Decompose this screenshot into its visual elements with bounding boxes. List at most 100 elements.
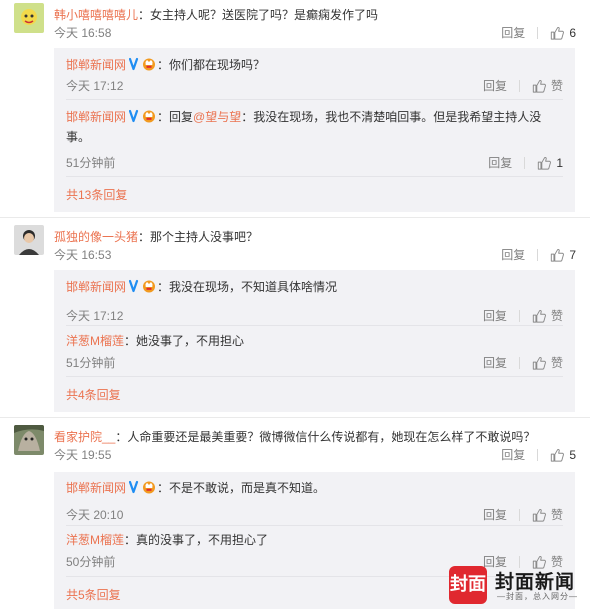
reply-button[interactable]: 回复 xyxy=(483,354,507,372)
divider xyxy=(537,249,539,261)
timestamp: 51分钟前 xyxy=(66,356,116,370)
username-link[interactable]: 韩小嘻嘻嘻嘻儿 xyxy=(54,8,138,22)
reply-item: 邯郸新闻网 ：我没在现场，不知道具体啥情况 今天 17:12 回复 赞 xyxy=(66,277,563,323)
reply-box: 邯郸新闻网 ：我没在现场，不知道具体啥情况 今天 17:12 回复 赞 洋葱M榴莲… xyxy=(54,270,575,412)
comment-text: 孤独的像一头猪：那个主持人没事吧？ xyxy=(54,228,574,246)
username-link[interactable]: 邯郸新闻网 xyxy=(66,481,126,495)
reply-item: 洋葱M榴莲：真的没事了，不用担心了 50分钟前 回复 赞 xyxy=(66,530,563,569)
reply-item: 邯郸新闻网 ：回复@望与望：我没在现场，我也不清楚咱回事。但是我希望主持人没事。 … xyxy=(66,107,563,170)
reply-box: 邯郸新闻网 ：你们都在现场吗？ 今天 17:12 回复 赞 邯郸新闻网 ：回复@望与… xyxy=(54,48,575,212)
like-button[interactable]: 1 xyxy=(537,154,563,172)
avatar[interactable] xyxy=(14,425,44,455)
view-more-replies-link[interactable]: 共5条回复 xyxy=(66,586,121,604)
reply-divider xyxy=(66,325,563,326)
mention-link[interactable]: @望与望 xyxy=(193,110,241,124)
comment-meta: 今天 16:58 回复 6 xyxy=(54,24,576,42)
avatar[interactable] xyxy=(14,3,44,33)
reply-body: ：我没在现场，不知道具体啥情况 xyxy=(157,280,338,294)
comment-meta: 今天 19:55 回复 5 xyxy=(54,446,576,464)
thumbs-up-icon xyxy=(532,79,546,93)
username-link[interactable]: 邯郸新闻网 xyxy=(66,110,126,124)
reply-body: ：她没事了，不用担心 xyxy=(124,334,245,348)
comment-text: 韩小嘻嘻嘻嘻儿：女主持人呢？送医院了吗？是癫痫发作了吗 xyxy=(54,6,574,24)
reply-meta: 今天 17:12 回复 赞 xyxy=(66,77,563,95)
thumbs-up-icon xyxy=(550,448,564,462)
verified-badge-icon xyxy=(129,109,157,123)
view-more-replies-link[interactable]: 共4条回复 xyxy=(66,386,121,404)
like-label: 赞 xyxy=(550,79,563,93)
timestamp: 50分钟前 xyxy=(66,555,116,569)
reply-item: 邯郸新闻网 ：你们都在现场吗？ 今天 17:12 回复 赞 xyxy=(66,55,563,93)
username-link[interactable]: 洋葱M榴莲 xyxy=(66,533,124,547)
verified-badge-icon xyxy=(129,480,157,494)
reply-button[interactable]: 回复 xyxy=(501,246,525,264)
like-label: 赞 xyxy=(550,309,563,323)
timestamp: 今天 20:10 xyxy=(66,508,124,522)
view-more-replies-link[interactable]: 共13条回复 xyxy=(66,186,127,204)
like-count: 7 xyxy=(569,248,576,262)
reply-button[interactable]: 回复 xyxy=(501,24,525,42)
like-count: 5 xyxy=(569,448,576,462)
thumbs-up-icon xyxy=(550,26,564,40)
logo-name: 封面新闻 xyxy=(495,572,576,593)
reply-button[interactable]: 回复 xyxy=(483,307,507,325)
comment-text: 看家护院__：人命重要还是最美重要？微博微信什么传说都有，她现在怎么样了不敢说吗… xyxy=(54,428,574,446)
like-button[interactable]: 5 xyxy=(550,446,576,464)
comment-body: ：人命重要还是最美重要？微博微信什么传说都有，她现在怎么样了不敢说吗？ xyxy=(115,430,536,444)
divider xyxy=(518,509,520,521)
divider xyxy=(537,449,539,461)
like-button[interactable]: 7 xyxy=(550,246,576,264)
watermark-logo: 封面 封面新闻 —封面，总入网分— xyxy=(449,558,590,609)
reply-divider xyxy=(66,376,563,377)
reply-meta: 今天 20:10 回复 赞 xyxy=(66,506,563,524)
comment-divider xyxy=(0,417,590,418)
reply-prefix: ：回复 xyxy=(157,110,194,124)
timestamp: 今天 17:12 xyxy=(66,309,124,323)
thumbs-up-icon xyxy=(532,309,546,323)
timestamp: 今天 19:55 xyxy=(54,448,112,462)
reply-item: 洋葱M榴莲：她没事了，不用担心 51分钟前 回复 赞 xyxy=(66,331,563,370)
username-link[interactable]: 洋葱M榴莲 xyxy=(66,334,124,348)
like-label: 赞 xyxy=(550,508,563,522)
logo-mark: 封面 xyxy=(449,566,487,604)
reply-body: ：真的没事了，不用担心了 xyxy=(124,533,269,547)
reply-meta: 51分钟前 回复 1 xyxy=(66,154,563,172)
like-count: 1 xyxy=(556,156,563,170)
username-link[interactable]: 邯郸新闻网 xyxy=(66,58,126,72)
timestamp: 今天 16:53 xyxy=(54,248,112,262)
username-link[interactable]: 孤独的像一头猪 xyxy=(54,230,138,244)
verified-badge-icon xyxy=(129,279,157,293)
reply-meta: 今天 17:12 回复 赞 xyxy=(66,307,563,325)
reply-button[interactable]: 回复 xyxy=(488,154,512,172)
thumbs-up-icon xyxy=(532,508,546,522)
like-button[interactable]: 赞 xyxy=(532,354,563,372)
like-button[interactable]: 赞 xyxy=(532,307,563,325)
reply-divider xyxy=(66,525,563,526)
like-button[interactable]: 赞 xyxy=(532,506,563,524)
reply-divider xyxy=(66,99,563,100)
reply-button[interactable]: 回复 xyxy=(501,446,525,464)
username-link[interactable]: 看家护院__ xyxy=(54,430,115,444)
like-count: 6 xyxy=(569,26,576,40)
username-link[interactable]: 邯郸新闻网 xyxy=(66,280,126,294)
thumbs-up-icon xyxy=(550,248,564,262)
reply-meta: 51分钟前 回复 赞 xyxy=(66,354,563,372)
like-label: 赞 xyxy=(550,356,563,370)
divider xyxy=(518,80,520,92)
reply-body: ：不是不敢说，而是真不知道。 xyxy=(157,481,326,495)
divider xyxy=(524,157,526,169)
divider xyxy=(518,310,520,322)
comment-divider xyxy=(0,217,590,218)
timestamp: 今天 17:12 xyxy=(66,79,124,93)
reply-body: ：你们都在现场吗？ xyxy=(157,58,266,72)
thumbs-up-icon xyxy=(537,156,551,170)
like-button[interactable]: 赞 xyxy=(532,77,563,95)
comment-body: ：那个主持人没事吧？ xyxy=(138,230,259,244)
avatar[interactable] xyxy=(14,225,44,255)
reply-button[interactable]: 回复 xyxy=(483,77,507,95)
verified-badge-icon xyxy=(129,57,157,71)
comment-meta: 今天 16:53 回复 7 xyxy=(54,246,576,264)
like-button[interactable]: 6 xyxy=(550,24,576,42)
reply-button[interactable]: 回复 xyxy=(483,506,507,524)
divider xyxy=(537,27,539,39)
